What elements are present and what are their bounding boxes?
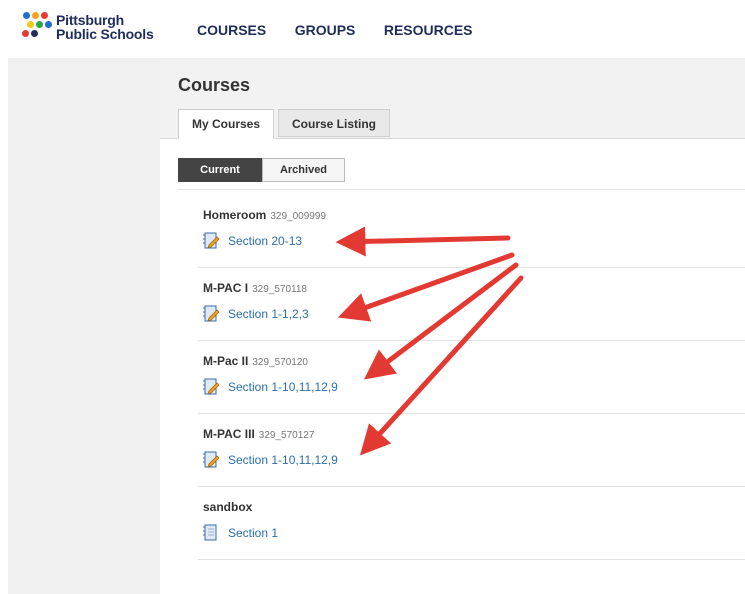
pittsburgh-public-schools-logo[interactable]: Pittsburgh Public Schools [22, 10, 172, 46]
section-link-text[interactable]: Section 1 [228, 526, 278, 540]
course-code: 329_570118 [252, 284, 307, 295]
course-item: M-PAC III 329_570127 Section 1-10,11,12,9 [198, 414, 745, 487]
filter-current-button[interactable]: Current [178, 158, 262, 182]
notebook-icon [203, 524, 217, 541]
course-name: M-PAC I [203, 281, 249, 295]
course-code: 329_570120 [252, 357, 308, 368]
section-link-text[interactable]: Section 1-10,11,12,9 [228, 453, 338, 467]
nav-groups[interactable]: GROUPS [295, 22, 356, 38]
logo-dots-icon [22, 12, 52, 42]
main-content: Courses My Courses Course Listing Curren… [160, 58, 745, 594]
main-nav: COURSES GROUPS RESOURCES [197, 22, 497, 40]
section-link-text[interactable]: Section 1-1,2,3 [228, 307, 309, 321]
top-header: Pittsburgh Public Schools COURSES GROUPS… [0, 0, 745, 58]
course-name: M-PAC III [203, 427, 255, 441]
course-name: Homeroom [203, 208, 267, 222]
section-link-text[interactable]: Section 1-10,11,12,9 [228, 380, 338, 394]
nav-resources[interactable]: RESOURCES [384, 22, 473, 38]
course-title: M-PAC I 329_570118 [203, 281, 307, 295]
course-title: M-Pac II 329_570120 [203, 354, 308, 368]
logo-line-2: Public Schools [56, 26, 154, 42]
course-item: M-PAC I 329_570118 Section 1-1,2,3 [198, 268, 745, 341]
divider [178, 189, 745, 190]
course-name: sandbox [203, 500, 253, 514]
page-title: Courses [178, 75, 251, 95]
tab-my-courses[interactable]: My Courses [178, 109, 275, 139]
left-sidebar [8, 58, 160, 594]
edit-notebook-icon [203, 305, 219, 322]
course-title: sandbox [203, 500, 256, 514]
course-title: Homeroom 329_009999 [203, 208, 326, 222]
course-code: 329_570127 [258, 430, 315, 441]
edit-notebook-icon [203, 232, 219, 249]
tab-course-listing[interactable]: Course Listing [278, 109, 391, 137]
title-bar: Courses My Courses Course Listing [160, 58, 745, 139]
course-code: 329_009999 [270, 211, 326, 222]
edit-notebook-icon [203, 451, 219, 468]
edit-notebook-icon [203, 378, 219, 395]
course-name: M-Pac II [203, 354, 249, 368]
course-item: M-Pac II 329_570120 Section 1-10,11,12,9 [198, 341, 745, 414]
section-link-text[interactable]: Section 20-13 [228, 234, 302, 248]
logo-line-1: Pittsburgh [56, 12, 124, 28]
nav-courses[interactable]: COURSES [197, 22, 266, 38]
course-item: Homeroom 329_009999 Section 20-13 [198, 195, 745, 268]
course-item: sandbox Section 1 [198, 487, 745, 560]
logo-text: Pittsburgh Public Schools [56, 13, 154, 41]
course-title: M-PAC III 329_570127 [203, 427, 314, 441]
filter-archived-button[interactable]: Archived [262, 158, 345, 182]
